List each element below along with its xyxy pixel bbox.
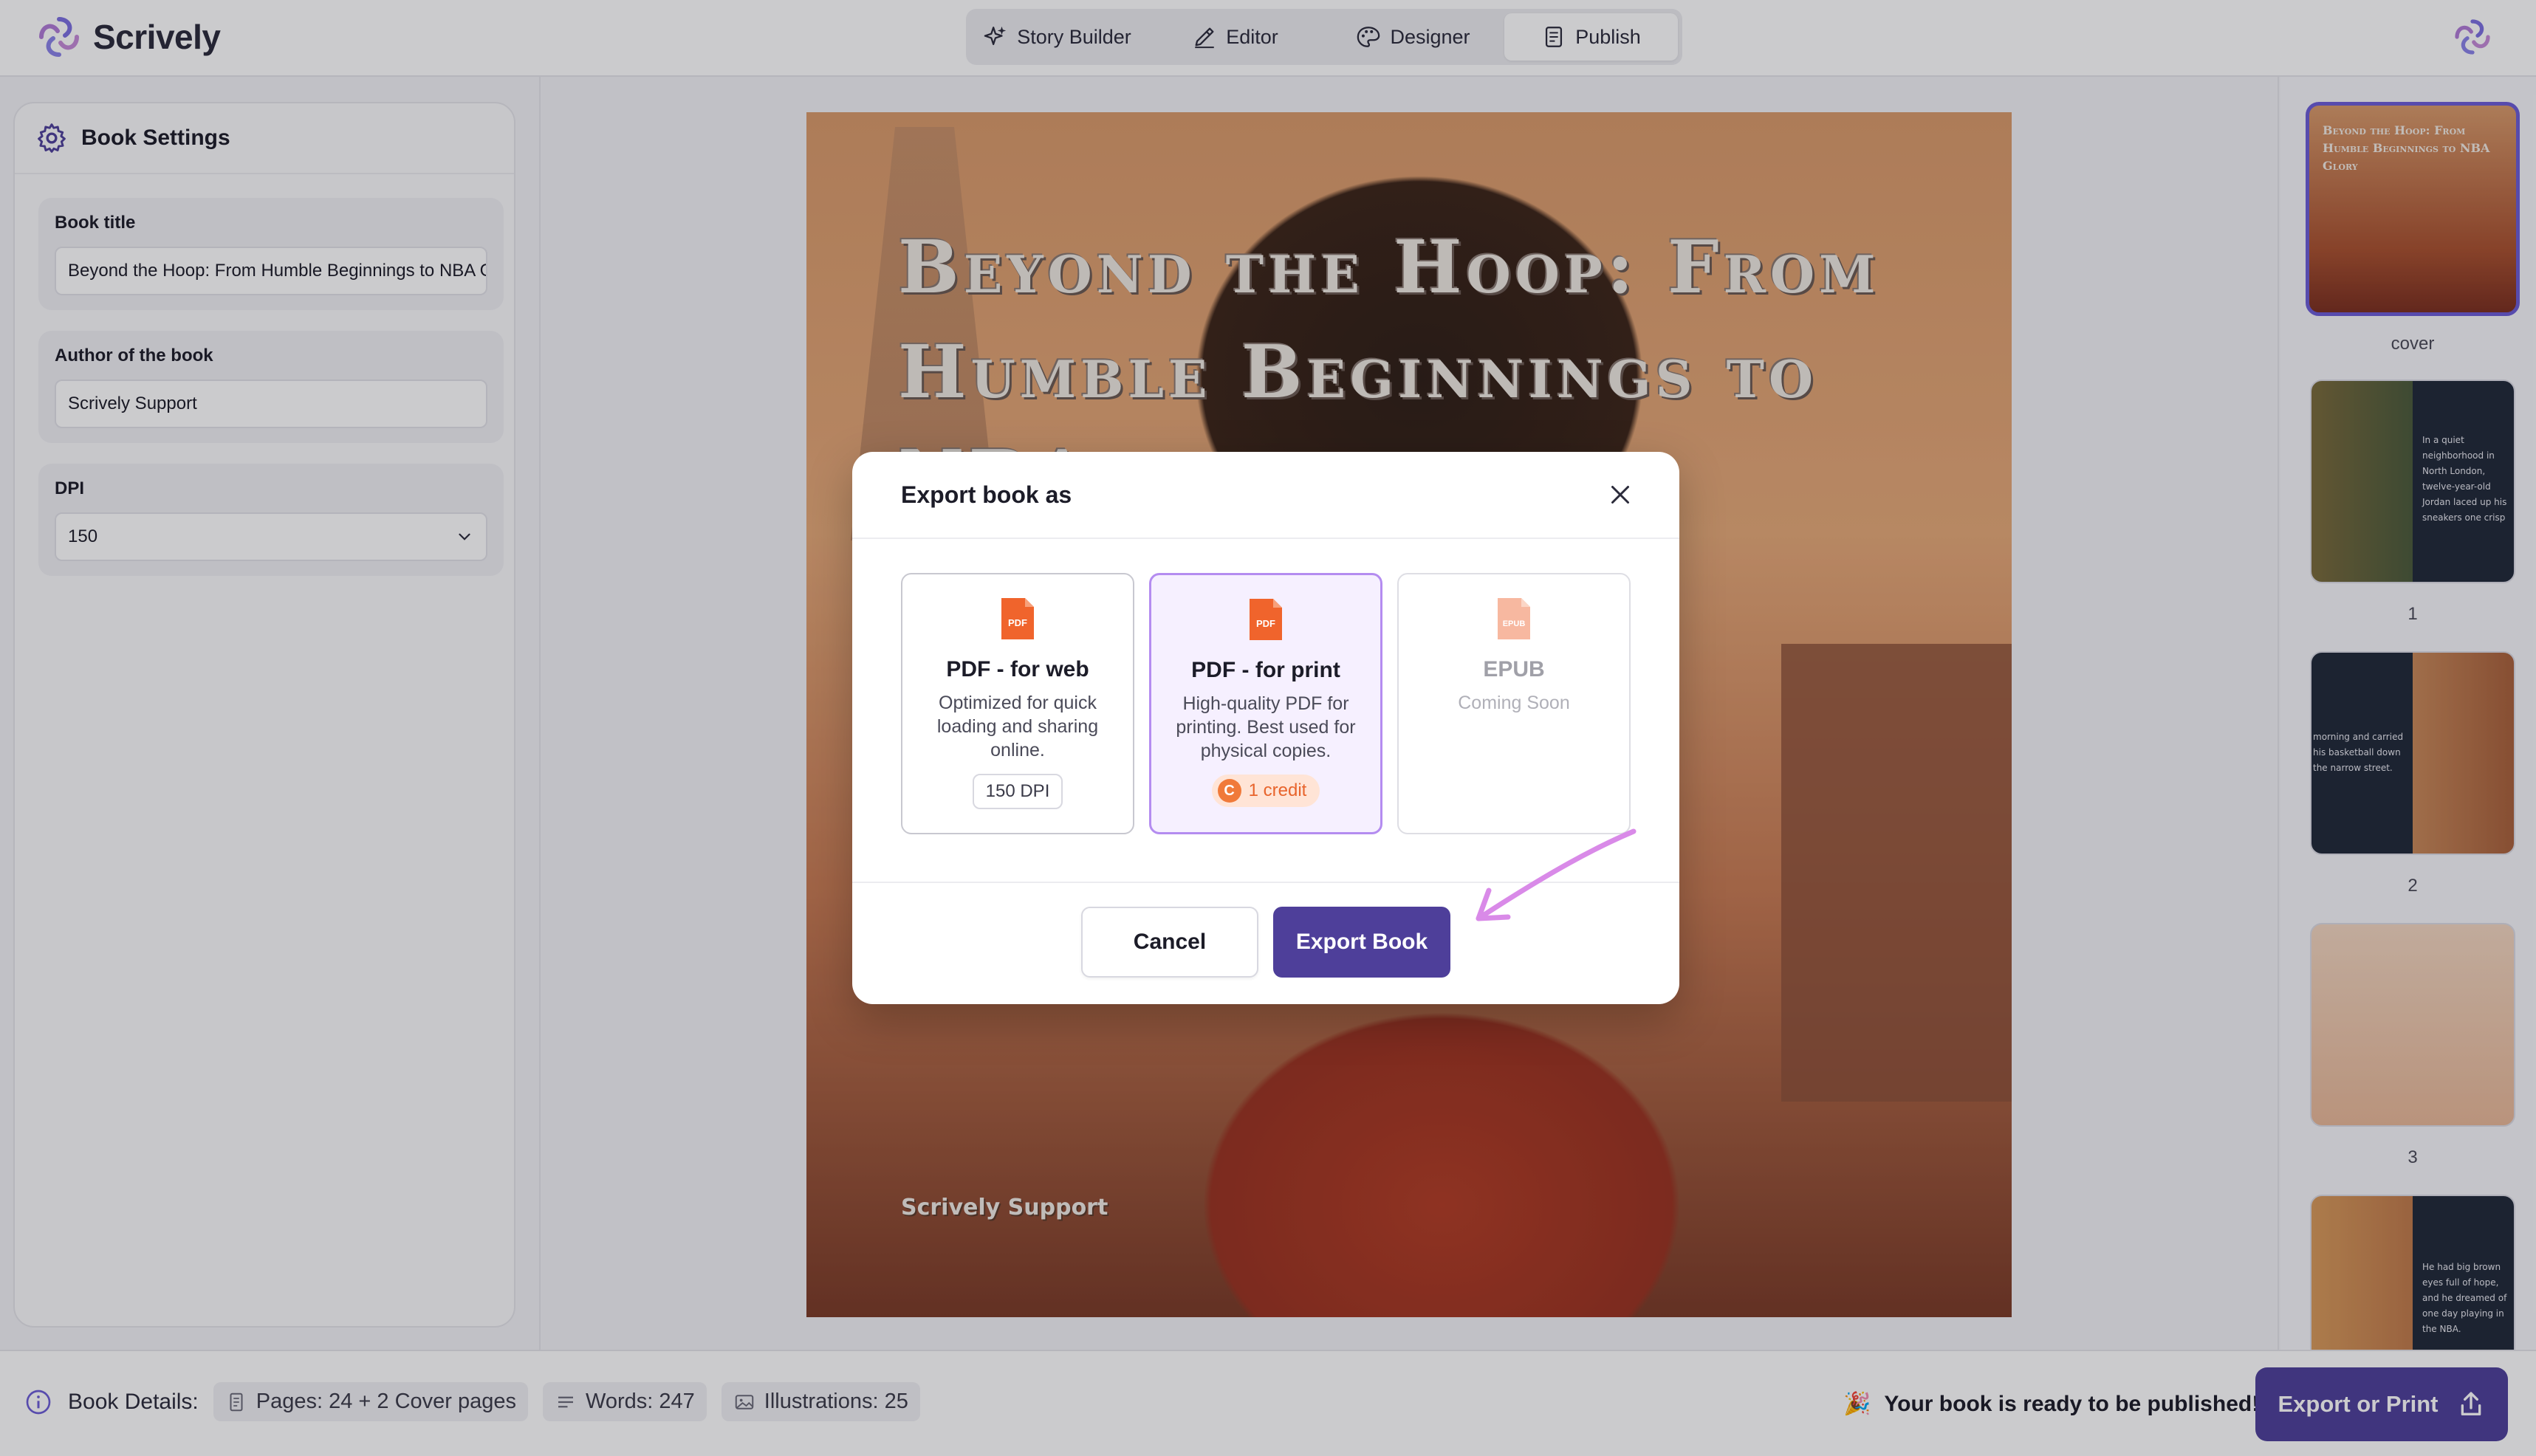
option-title: EPUB <box>1483 657 1545 681</box>
pdf-icon-label: PDF <box>1256 618 1275 629</box>
option-description: Optimized for quick loading and sharing … <box>936 693 1099 760</box>
pdf-file-icon: PDF <box>1250 599 1282 640</box>
epub-icon-label: EPUB <box>1503 619 1526 628</box>
modal-header: Export book as <box>852 452 1679 539</box>
option-epub: EPUB EPUB Coming Soon <box>1397 573 1631 834</box>
option-pdf-print[interactable]: PDF PDF - for print High-quality PDF for… <box>1149 573 1382 834</box>
option-pdf-web[interactable]: PDF PDF - for web Optimized for quick lo… <box>901 573 1134 834</box>
pdf-file-icon: PDF <box>1001 598 1034 639</box>
dpi-chip: 150 DPI <box>972 774 1063 809</box>
pdf-icon-label: PDF <box>1008 617 1027 628</box>
modal-title: Export book as <box>901 481 1072 508</box>
option-description: High-quality PDF for printing. Best used… <box>1176 693 1356 761</box>
credit-text: 1 credit <box>1248 780 1307 800</box>
annotation-arrow-icon <box>1476 828 1637 921</box>
close-button[interactable] <box>1603 477 1638 512</box>
cancel-button[interactable]: Cancel <box>1081 907 1258 978</box>
option-title: PDF - for print <box>1191 658 1340 682</box>
option-title: PDF - for web <box>946 657 1089 681</box>
credit-chip: C 1 credit <box>1211 775 1320 807</box>
option-description: Coming Soon <box>1458 693 1570 713</box>
close-icon <box>1611 486 1629 504</box>
export-book-button[interactable]: Export Book <box>1273 907 1450 978</box>
credit-coin-icon: C <box>1217 779 1241 803</box>
epub-file-icon: EPUB <box>1498 598 1530 639</box>
export-options: PDF PDF - for web Optimized for quick lo… <box>901 573 1631 834</box>
